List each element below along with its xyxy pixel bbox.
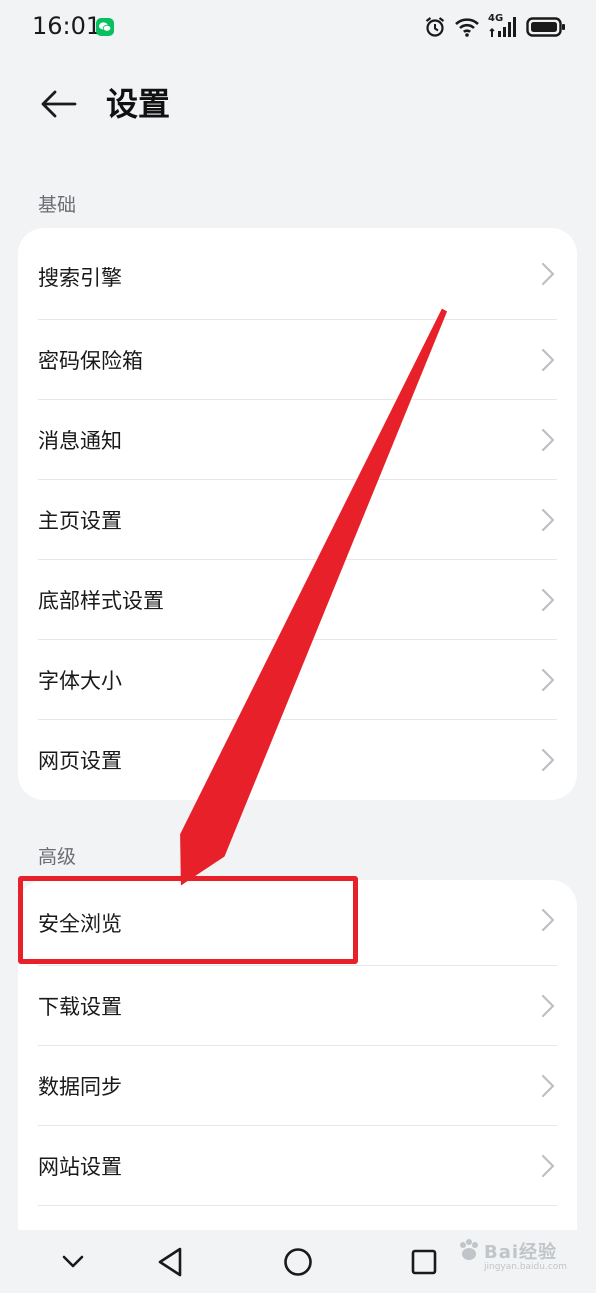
section-label-advanced: 高级 xyxy=(38,846,77,868)
settings-card-basic: 搜索引擎 密码保险箱 消息通知 主页设置 底部样式设置 字体大小 网页设置 xyxy=(18,228,577,800)
alarm-icon xyxy=(425,17,445,37)
chevron-right-icon xyxy=(541,262,555,286)
settings-item-data-sync[interactable]: 数据同步 xyxy=(18,1046,577,1126)
wifi-icon xyxy=(455,18,479,37)
settings-item-label: 安全浏览 xyxy=(38,912,122,936)
arrow-left-icon xyxy=(41,90,77,118)
settings-item-label: 网站设置 xyxy=(38,1155,122,1179)
settings-item-label: 搜索引擎 xyxy=(38,266,122,290)
section-label-basic: 基础 xyxy=(38,194,77,216)
watermark-sub: jingyan.baidu.com xyxy=(484,1262,568,1272)
page-title: 设置 xyxy=(106,85,171,123)
chevron-right-icon xyxy=(541,908,555,932)
settings-item-site-settings[interactable]: 网站设置 xyxy=(18,1126,577,1206)
nav-recents-button[interactable] xyxy=(406,1244,442,1280)
watermark-text: Bai经验 xyxy=(484,1242,558,1263)
wechat-notification-icon xyxy=(96,18,114,36)
settings-card-advanced: 安全浏览 下载设置 数据同步 网站设置 xyxy=(18,880,577,1240)
battery-icon xyxy=(526,17,565,37)
recents-square-icon xyxy=(411,1249,437,1275)
status-time: 16:01 xyxy=(32,12,102,40)
chevron-right-icon xyxy=(541,1154,555,1178)
status-icons: 4G xyxy=(424,13,566,40)
app-header: 设置 xyxy=(0,72,596,136)
settings-item-webpage[interactable]: 网页设置 xyxy=(18,720,577,800)
home-circle-icon xyxy=(284,1248,312,1276)
chevron-right-icon xyxy=(541,348,555,372)
4g-signal-icon: 4G xyxy=(488,13,518,39)
watermark: Bai经验 jingyan.baidu.com xyxy=(454,1228,567,1280)
settings-item-label: 数据同步 xyxy=(38,1075,122,1099)
settings-item-notifications[interactable]: 消息通知 xyxy=(18,400,577,480)
settings-item-label: 底部样式设置 xyxy=(38,589,164,613)
chevron-right-icon xyxy=(541,508,555,532)
settings-item-password-vault[interactable]: 密码保险箱 xyxy=(18,320,577,400)
chevron-right-icon xyxy=(541,994,555,1018)
settings-item-homepage[interactable]: 主页设置 xyxy=(18,480,577,560)
status-bar: 16:01 4G xyxy=(0,0,596,56)
chevron-right-icon xyxy=(541,588,555,612)
collapse-chevron-icon xyxy=(62,1255,84,1268)
chevron-right-icon xyxy=(541,668,555,692)
back-button[interactable] xyxy=(34,82,82,126)
settings-item-label: 下载设置 xyxy=(38,995,122,1019)
settings-item-search-engine[interactable]: 搜索引擎 xyxy=(18,234,577,320)
divider xyxy=(38,1205,557,1206)
settings-item-safe-browsing[interactable]: 安全浏览 xyxy=(18,880,577,966)
settings-item-label: 字体大小 xyxy=(38,669,122,693)
settings-item-downloads[interactable]: 下载设置 xyxy=(18,966,577,1046)
nav-back-button[interactable] xyxy=(152,1244,188,1280)
nav-home-button[interactable] xyxy=(280,1244,316,1280)
settings-item-label: 主页设置 xyxy=(38,509,122,533)
back-triangle-icon xyxy=(158,1247,182,1277)
settings-item-font-size[interactable]: 字体大小 xyxy=(18,640,577,720)
chevron-right-icon xyxy=(541,1074,555,1098)
chevron-right-icon xyxy=(541,748,555,772)
settings-item-label: 密码保险箱 xyxy=(38,349,143,373)
paw-logo-icon xyxy=(460,1239,478,1260)
settings-item-label: 网页设置 xyxy=(38,749,122,773)
settings-item-bottom-style[interactable]: 底部样式设置 xyxy=(18,560,577,640)
chevron-right-icon xyxy=(541,428,555,452)
settings-item-label: 消息通知 xyxy=(38,429,122,453)
nav-collapse-button[interactable] xyxy=(56,1244,90,1278)
